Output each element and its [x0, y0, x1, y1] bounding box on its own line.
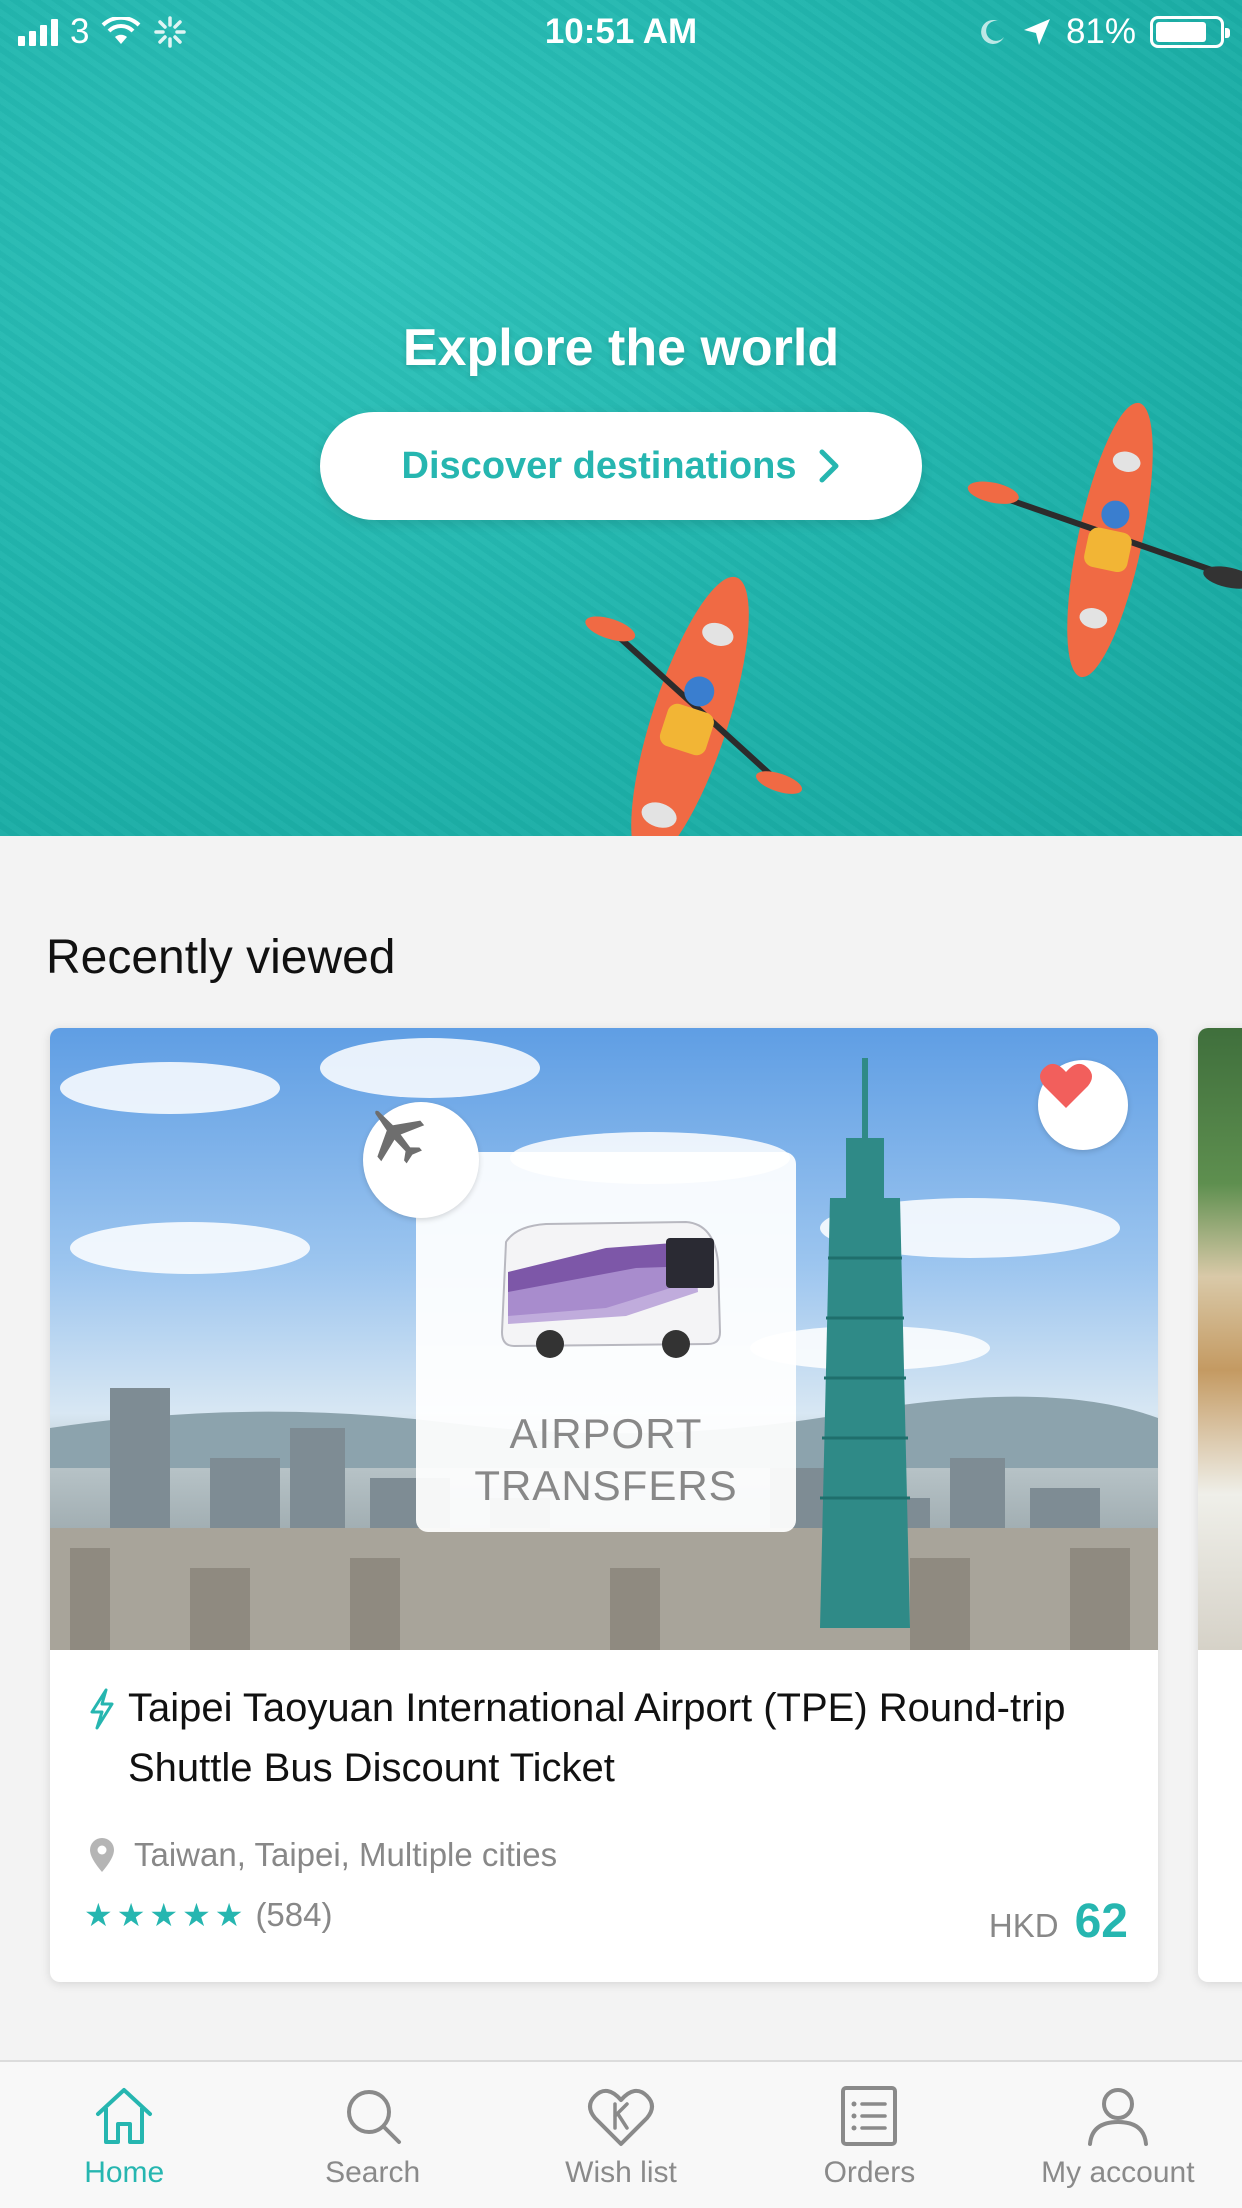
category-badge: [363, 1102, 479, 1218]
bus-illustration: [500, 1220, 722, 1358]
hero-title: Explore the world: [402, 319, 840, 377]
price-currency: HKD: [988, 1907, 1059, 1944]
tab-wish-list[interactable]: Wish list: [497, 2062, 745, 2208]
battery-percent: 81%: [1065, 12, 1136, 51]
review-count: (584): [255, 1896, 333, 1933]
product-title-row: Taipei Taoyuan International Airport (TP…: [88, 1678, 1128, 1798]
next-product-image: [1198, 1028, 1242, 1650]
bottom-tab-bar: Home Search Wish list Orders My account: [0, 2060, 1242, 2208]
tab-my-account-label: My account: [1041, 2156, 1195, 2189]
tab-home[interactable]: Home: [0, 2062, 248, 2208]
search-icon: [346, 2090, 401, 2144]
product-location-row: Taiwan, Taipei, Multiple cities: [90, 1836, 557, 1874]
product-price: HKD 62: [989, 1894, 1128, 1949]
hero-banner: 3 10:51 AM 81% Explore the world Discove…: [0, 0, 1242, 836]
product-rating-row: ★★★★★ (584): [84, 1896, 332, 1934]
airplane-icon: [375, 1110, 425, 1164]
status-right: 81%: [978, 12, 1230, 52]
chevron-right-icon: [819, 449, 839, 483]
airport-transfers-badge: AIRPORT TRANSFERS: [416, 1152, 796, 1532]
status-bar: 3 10:51 AM 81%: [0, 0, 1242, 62]
tab-orders-label: Orders: [823, 2156, 916, 2189]
tab-search[interactable]: Search: [248, 2062, 496, 2208]
tab-my-account[interactable]: My account: [994, 2062, 1242, 2208]
product-image: AIRPORT TRANSFERS: [50, 1028, 1158, 1650]
tab-search-label: Search: [325, 2156, 421, 2189]
moon-icon: [981, 19, 1004, 44]
heart-filled-icon: [1040, 1063, 1092, 1108]
home-icon: [96, 2088, 153, 2144]
product-card[interactable]: AIRPORT TRANSFERS Taipei Taoyuan Interna…: [50, 1028, 1158, 1982]
battery-icon: [1150, 16, 1230, 48]
airport-text-line1: AIRPORT: [509, 1410, 703, 1457]
wishlist-toggle-button[interactable]: [1038, 1060, 1128, 1150]
location-arrow-icon: [1023, 19, 1050, 45]
location-pin-icon: [90, 1838, 114, 1872]
airport-text-line2: TRANSFERS: [474, 1462, 738, 1509]
wishlist-heart-icon: [588, 2088, 655, 2146]
instant-confirmation-bolt-icon: [90, 1688, 114, 1730]
tab-orders[interactable]: Orders: [745, 2062, 993, 2208]
price-amount: 62: [1074, 1895, 1128, 1948]
account-icon: [1087, 2088, 1148, 2146]
product-title[interactable]: Taipei Taoyuan International Airport (TP…: [128, 1678, 1128, 1798]
airport-transfers-text: AIRPORT TRANSFERS: [416, 1408, 796, 1512]
tab-home-label: Home: [84, 2156, 165, 2189]
product-location: Taiwan, Taipei, Multiple cities: [134, 1836, 558, 1873]
discover-destinations-button[interactable]: Discover destinations: [320, 412, 922, 520]
next-product-card[interactable]: [1198, 1028, 1242, 1982]
discover-destinations-label: Discover destinations: [401, 444, 797, 487]
rating-stars-icon: ★★★★★: [84, 1897, 248, 1933]
tab-wish-list-label: Wish list: [565, 2156, 677, 2189]
orders-icon: [841, 2086, 898, 2146]
recently-viewed-title: Recently viewed: [46, 931, 396, 984]
